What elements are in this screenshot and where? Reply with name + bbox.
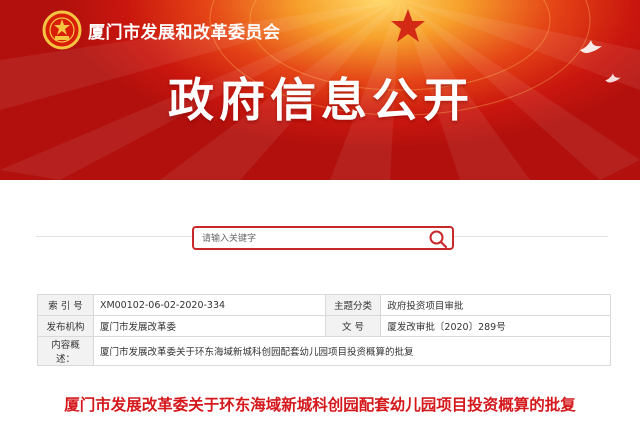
search-box — [192, 226, 454, 250]
table-row: 发布机构 厦门市发展改革委 文 号 厦发改审批〔2020〕289号 — [37, 315, 611, 337]
issuer-value: 厦门市发展改革委 — [92, 315, 326, 337]
summary-value: 厦门市发展改革委关于环东海域新城科创园配套幼儿园项目投资概算的批复 — [92, 336, 612, 366]
table-row: 索 引 号 XM00102-06-02-2020-334 主题分类 政府投资项目… — [37, 294, 611, 316]
search-input[interactable] — [202, 231, 422, 247]
index-value: XM00102-06-02-2020-334 — [92, 294, 326, 316]
document-title: 厦门市发展改革委关于环东海域新城科创园配套幼儿园项目投资概算的批复 — [64, 396, 576, 414]
category-value: 政府投资项目审批 — [380, 294, 611, 316]
summary-label: 内容概述： — [37, 336, 94, 366]
index-label: 索 引 号 — [37, 294, 94, 316]
docno-label: 文 号 — [324, 315, 382, 337]
document-meta-table: 索 引 号 XM00102-06-02-2020-334 主题分类 政府投资项目… — [37, 294, 612, 366]
category-label: 主题分类 — [324, 294, 382, 316]
agency-name[interactable]: 厦门市发展和改革委员会 — [88, 18, 281, 43]
star-icon — [391, 9, 425, 42]
dove-icon — [605, 73, 621, 83]
issuer-label: 发布机构 — [37, 315, 94, 337]
docno-value: 厦发改审批〔2020〕289号 — [380, 315, 611, 337]
table-row: 内容概述： 厦门市发展改革委关于环东海域新城科创园配套幼儿园项目投资概算的批复 — [37, 336, 612, 366]
dove-icon — [580, 40, 602, 53]
header-banner: 厦门市发展和改革委员会 政府信息公开 — [0, 0, 640, 180]
section-title: 政府信息公开 — [168, 73, 474, 127]
national-emblem-icon — [42, 10, 82, 50]
search-icon[interactable] — [428, 229, 448, 249]
